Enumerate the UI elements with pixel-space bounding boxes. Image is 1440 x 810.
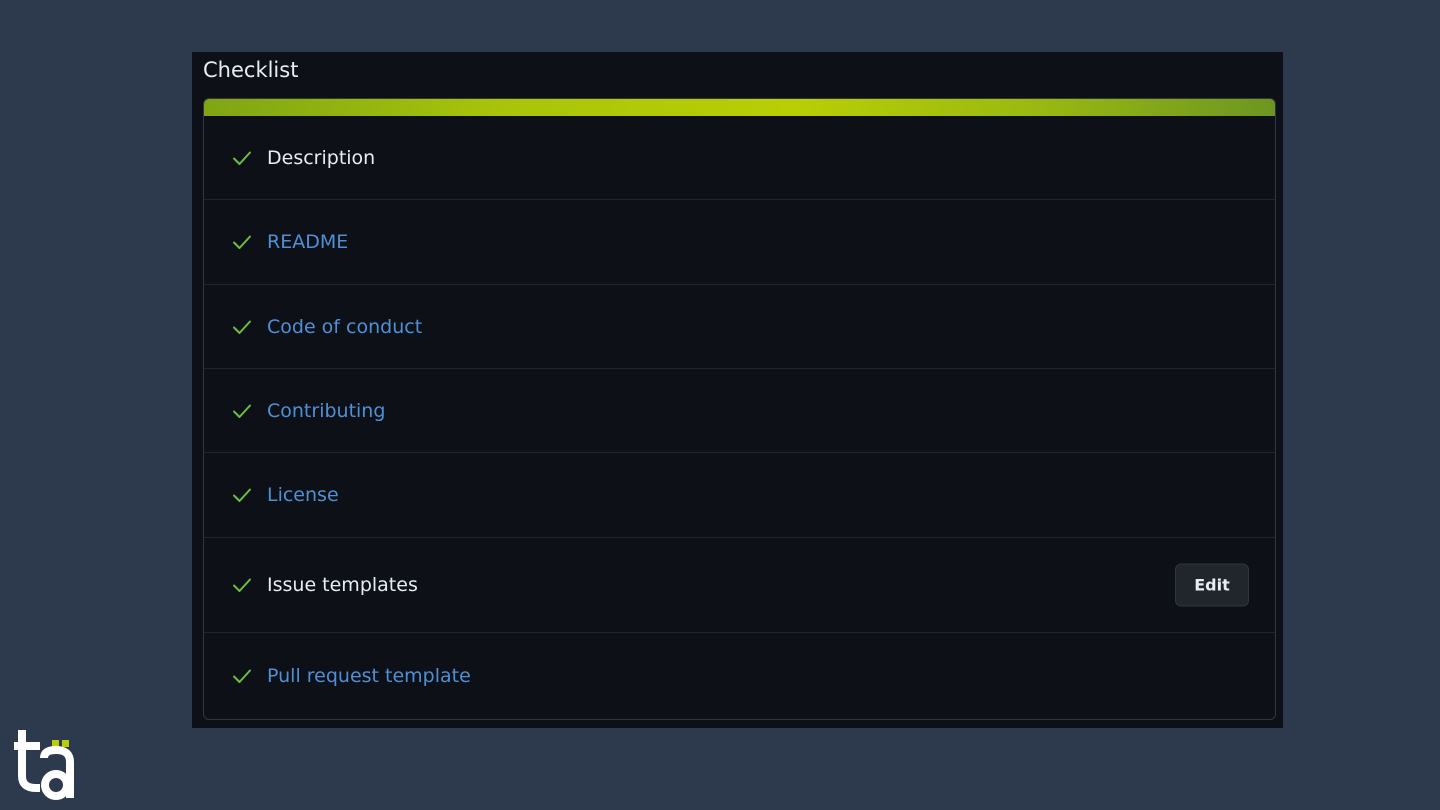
check-icon [232, 485, 252, 505]
check-icon [232, 666, 252, 686]
check-icon [232, 232, 252, 252]
license-link[interactable]: License [267, 483, 339, 507]
check-icon [232, 148, 252, 168]
checklist-item-readme: README [204, 200, 1275, 285]
readme-link[interactable]: README [267, 230, 348, 254]
checklist-item-code-of-conduct: Code of conduct [204, 285, 1275, 369]
progress-bar [204, 99, 1275, 116]
pull-request-template-link[interactable]: Pull request template [267, 664, 471, 688]
check-icon [232, 401, 252, 421]
code-of-conduct-link[interactable]: Code of conduct [267, 315, 422, 339]
contributing-link[interactable]: Contributing [267, 399, 385, 423]
checklist-item-pull-request-template: Pull request template [204, 633, 1275, 719]
check-icon [232, 575, 252, 595]
edit-issue-templates-button[interactable]: Edit [1175, 563, 1249, 607]
checklist-panel: Checklist Description README Code of con… [192, 52, 1283, 728]
checklist-item-label: Description [267, 146, 376, 169]
checklist-item-license: License [204, 453, 1275, 538]
checklist-item-issue-templates: Issue templates Edit [204, 538, 1275, 633]
checklist-box: Description README Code of conduct Contr… [203, 98, 1276, 720]
checklist-item-contributing: Contributing [204, 369, 1275, 453]
checklist-item-label: Issue templates [267, 574, 418, 596]
checklist-item-description: Description [204, 116, 1275, 200]
panel-title: Checklist [203, 58, 299, 82]
ta-logo [14, 730, 76, 800]
check-icon [232, 317, 252, 337]
